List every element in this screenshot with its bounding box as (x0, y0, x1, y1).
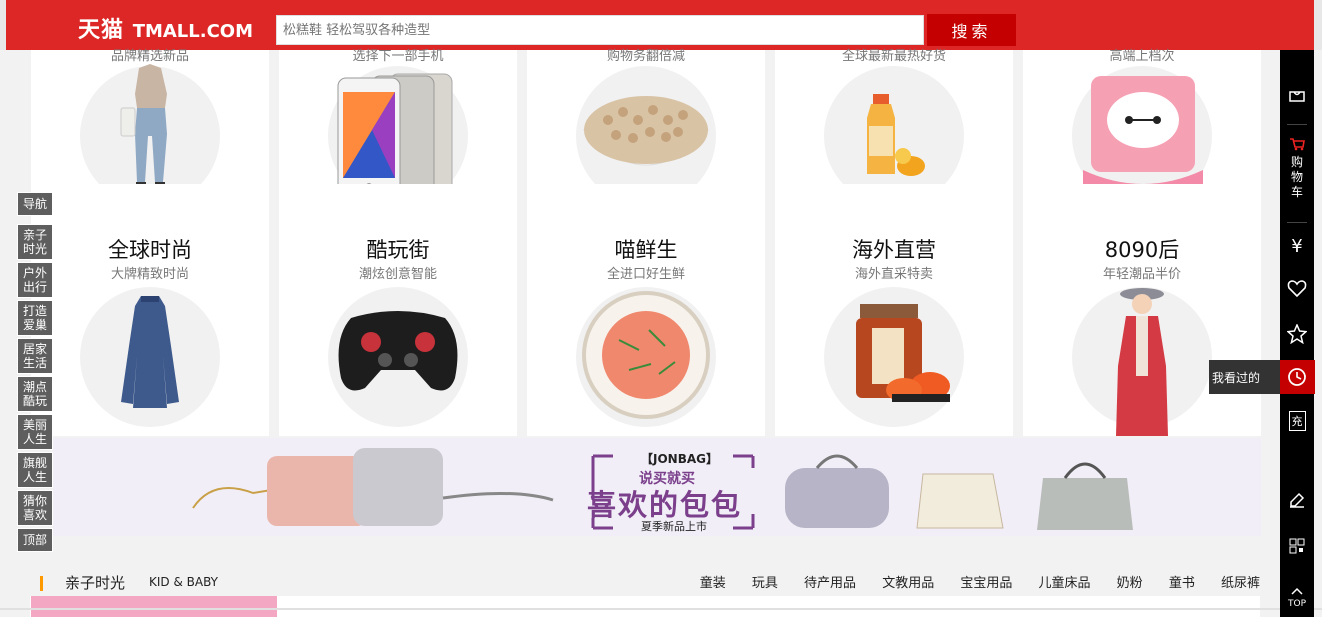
floor-nav: 导航 亲子时光 户外出行 打造爱巢 居家生活 潮点酷玩 美丽人生 旗舰人生 猜你… (17, 192, 53, 554)
floor-nav-item[interactable]: 导航 (17, 192, 53, 216)
heart-icon[interactable] (1280, 280, 1314, 302)
tile-row1-5[interactable]: 高端上档次 (1023, 49, 1261, 206)
jeans-model-image (120, 64, 167, 190)
barley-bowl-image (582, 96, 710, 166)
tile-name: 8090后 (1104, 238, 1180, 262)
floor-link[interactable]: 纸尿裤 (1221, 576, 1260, 591)
recently-viewed-button[interactable]: 我看过的 (1209, 360, 1315, 394)
tile-subtitle: 年轻潮品半价 (1102, 267, 1181, 282)
juice-bottle-image (867, 94, 925, 176)
tile-subtitle: 大牌精致时尚 (110, 267, 189, 282)
top-search-header: 天猫 TMALL.COM 搜索 (0, 0, 1322, 50)
smartphone-image (337, 73, 453, 195)
tile-row1-2[interactable]: 选择下一部手机 (279, 49, 517, 206)
floor-link[interactable]: 宝宝用品 (960, 576, 1012, 591)
gamepad-image (338, 311, 458, 391)
tile-row1-4[interactable]: 全球最新最热好货 (775, 49, 1013, 206)
recently-viewed-label: 我看过的 (1212, 371, 1261, 385)
qrcode-icon[interactable] (1280, 538, 1314, 558)
floor-link[interactable]: 文教用品 (882, 576, 934, 591)
right-toolbar: 购物车 ¥ 充 TOP (1280, 50, 1314, 617)
banner-brand: 【JONBAG】 (641, 452, 718, 466)
cart-label: 购物车 (1290, 155, 1303, 199)
jonbag-banner[interactable]: 【JONBAG】 说买就买 喜欢的包包 夏季新品上市 (53, 438, 1261, 536)
floor-promo-image[interactable] (31, 596, 277, 617)
cart-button[interactable]: 购物车 (1280, 136, 1314, 200)
tmall-logo[interactable]: 天猫 TMALL.COM (78, 12, 253, 44)
tile-subtitle: 选择下一部手机 (352, 49, 444, 64)
history-icon (1280, 360, 1315, 394)
tile-subtitle: 潮炫创意智能 (358, 267, 437, 282)
floor-nav-item[interactable]: 居家生活 (17, 338, 53, 374)
floor-nav-item[interactable]: 亲子时光 (17, 224, 53, 260)
floor-header-kid-baby: 亲子时光 KID & BABY 童装 玩具 待产用品 文教用品 宝宝用品 儿童床… (30, 566, 1260, 596)
logo-en: TMALL.COM (132, 21, 254, 42)
tile-subtitle: 全球最新最热好货 (841, 49, 946, 64)
edit-icon[interactable] (1280, 492, 1314, 512)
red-coat-model-image (1116, 288, 1168, 436)
banner-sub: 夏季新品上市 (641, 520, 707, 533)
tile-row2-3[interactable]: 喵鲜生 全进口好生鲜 (527, 184, 765, 436)
top-label: TOP (1287, 599, 1306, 609)
tile-name: 全球时尚 (108, 238, 192, 262)
status-line (0, 608, 1322, 610)
floor-nav-item[interactable]: 户外出行 (17, 262, 53, 298)
handbag-right-icon (785, 454, 1133, 530)
floor-link[interactable]: 儿童床品 (1039, 576, 1091, 591)
tile-subtitle: 购物务翻倍减 (606, 49, 685, 64)
floor-link[interactable]: 玩具 (752, 576, 778, 591)
tile-subtitle: 海外直采特卖 (854, 267, 933, 282)
fish-roe-jar-image (856, 304, 950, 402)
tile-name: 酷玩街 (366, 238, 430, 262)
charge-button[interactable]: 充 (1280, 410, 1314, 431)
tile-row2-2[interactable]: 酷玩街 潮炫创意智能 (279, 184, 517, 436)
back-to-top-button[interactable]: TOP (1280, 580, 1314, 609)
bag-icon[interactable] (1280, 88, 1314, 107)
search-button[interactable]: 搜索 (927, 14, 1016, 46)
floor-nav-item[interactable]: 潮点酷玩 (17, 376, 53, 412)
tile-row2-4[interactable]: 海外直营 海外直采特卖 (775, 184, 1013, 436)
floor-link[interactable]: 童书 (1169, 576, 1195, 591)
floor-nav-item[interactable]: 打造爱巢 (17, 300, 53, 336)
floor-accent-bar (40, 576, 43, 591)
tile-row1-3[interactable]: 购物务翻倍减 (527, 49, 765, 206)
floor-link[interactable]: 奶粉 (1117, 576, 1143, 591)
blue-dress-image (121, 296, 179, 408)
coupon-icon[interactable]: ¥ (1280, 236, 1314, 257)
floor-nav-item[interactable]: 旗舰人生 (17, 452, 53, 488)
tile-subtitle: 品牌精选新品 (110, 49, 189, 64)
star-icon[interactable] (1280, 323, 1314, 348)
handbag-left-icon (192, 448, 554, 526)
floor-nav-item[interactable]: 美丽人生 (17, 414, 53, 450)
floor-title-en: KID & BABY (149, 575, 218, 589)
search-input[interactable] (277, 16, 923, 44)
floor-title[interactable]: 亲子时光 (65, 572, 125, 593)
cart-icon (1290, 138, 1305, 151)
tile-name: 喵鲜生 (614, 238, 678, 262)
floor-links: 童装 玩具 待产用品 文教用品 宝宝用品 儿童床品 奶粉 童书 纸尿裤 (678, 572, 1260, 591)
tile-subtitle: 高端上档次 (1109, 49, 1175, 64)
logo-cn: 天猫 (78, 18, 125, 43)
tile-subtitle: 全进口好生鲜 (606, 267, 685, 282)
shrimp-plate-image (582, 291, 710, 419)
floor-link[interactable]: 童装 (700, 576, 726, 591)
arrow-up-icon (1291, 587, 1303, 595)
charge-label: 充 (1288, 411, 1306, 431)
tile-name: 海外直营 (852, 238, 936, 262)
floor-nav-item[interactable]: 顶部 (17, 528, 53, 552)
tile-row1-1[interactable]: 品牌精选新品 (31, 49, 269, 206)
tile-row2-5[interactable]: 8090后 年轻潮品半价 (1023, 184, 1261, 436)
floor-link[interactable]: 待产用品 (804, 576, 856, 591)
tile-row2-1[interactable]: 全球时尚 大牌精致时尚 (31, 184, 269, 436)
floor-nav-item[interactable]: 猜你喜欢 (17, 490, 53, 526)
search-box (276, 15, 924, 45)
